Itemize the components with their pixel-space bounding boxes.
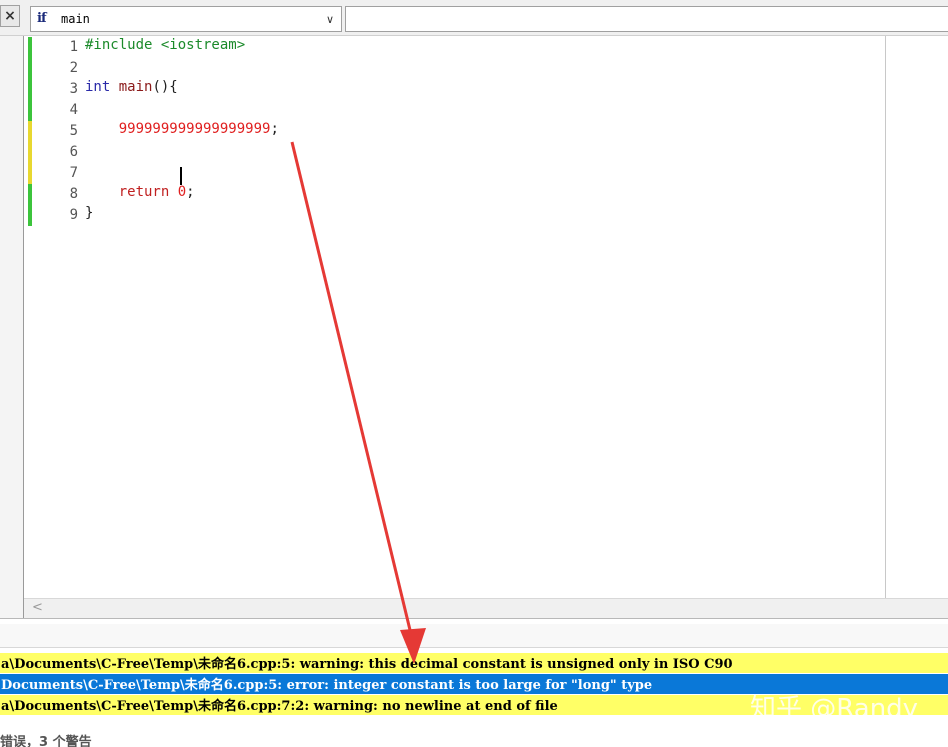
annotation-arrow-head — [400, 628, 426, 664]
annotation-arrow — [290, 141, 426, 664]
annotation-arrow-line — [290, 141, 412, 631]
